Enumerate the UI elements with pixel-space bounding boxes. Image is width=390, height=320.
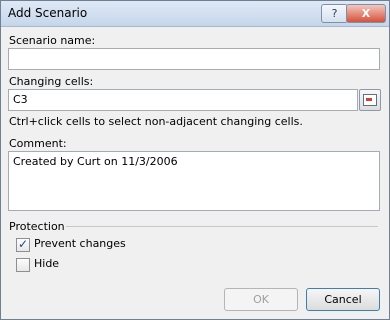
checkmark-icon: ✓ (18, 237, 29, 251)
close-button[interactable]: X (346, 4, 386, 23)
dialog-title: Add Scenario (8, 6, 88, 20)
title-bar: Add Scenario ? X (1, 1, 389, 27)
comment-label: Comment: (9, 137, 67, 150)
prevent-changes-checkbox[interactable]: ✓ (16, 237, 30, 252)
comment-value: Created by Curt on 11/3/2006 (13, 155, 178, 168)
changing-cells-value: C3 (13, 93, 28, 106)
help-button[interactable]: ? (321, 4, 348, 23)
prevent-changes-label: Prevent changes (34, 237, 126, 250)
scenario-name-label: Scenario name: (9, 34, 96, 47)
cancel-button[interactable]: Cancel (306, 288, 380, 311)
ok-button[interactable]: OK (224, 288, 298, 311)
collapse-range-icon (363, 94, 377, 106)
changing-cells-hint: Ctrl+click cells to select non-adjacent … (9, 115, 303, 128)
hide-label: Hide (34, 257, 60, 270)
protection-divider (66, 226, 378, 227)
scenario-name-input[interactable] (8, 48, 380, 70)
changing-cells-label: Changing cells: (9, 75, 94, 88)
hide-checkbox[interactable] (16, 258, 30, 272)
protection-group-title: Protection (9, 220, 65, 233)
collapse-range-button[interactable] (359, 89, 381, 111)
add-scenario-dialog: Add Scenario ? X Scenario name: Changing… (0, 0, 390, 320)
changing-cells-input[interactable]: C3 (8, 89, 358, 111)
comment-textarea[interactable]: Created by Curt on 11/3/2006 (8, 151, 380, 211)
